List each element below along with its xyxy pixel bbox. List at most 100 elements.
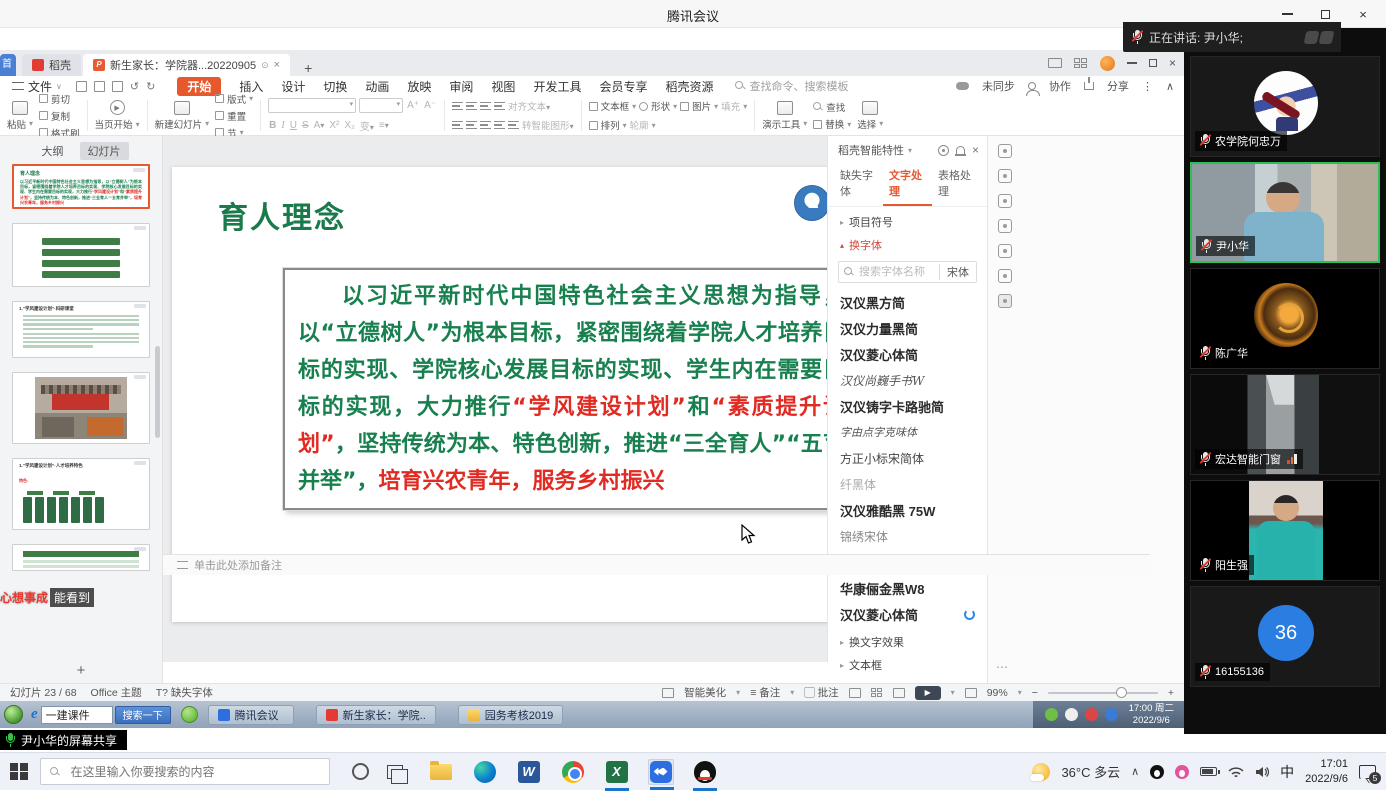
weather-icon[interactable]: [1032, 763, 1050, 781]
font-item[interactable]: 纤黑体: [828, 471, 987, 497]
subscript-button[interactable]: X₂: [343, 120, 356, 131]
align-center-icon[interactable]: [466, 121, 477, 129]
normal-view-icon[interactable]: [849, 688, 861, 698]
textbox-section[interactable]: ▸文本框: [828, 650, 987, 673]
play-from-current-button[interactable]: ▶当页开始▾: [95, 100, 140, 131]
inner-task-button[interactable]: 腾讯会议: [208, 705, 294, 725]
thumbs-scrollbar[interactable]: [155, 346, 160, 438]
wps-restore-icon[interactable]: [1149, 59, 1157, 67]
align-text-button[interactable]: 对齐文本▾: [508, 99, 550, 113]
line-spacing-icon[interactable]: [508, 121, 519, 129]
theme-name[interactable]: Office 主题: [91, 685, 142, 700]
align-left-icon[interactable]: [452, 121, 463, 129]
weather-text[interactable]: 36°C 多云: [1061, 762, 1120, 781]
command-search[interactable]: 查找命令、搜索模板: [735, 78, 848, 94]
font-item[interactable]: 方正小标宋简体: [828, 445, 987, 471]
inner-search-input[interactable]: [41, 706, 113, 724]
pin-icon[interactable]: ⊙: [261, 60, 269, 71]
gear-icon[interactable]: [938, 145, 949, 156]
zoom-slider-knob[interactable]: [1116, 687, 1127, 698]
tab-home[interactable]: 首页: [0, 54, 16, 76]
ribbon-tab[interactable]: 视图: [491, 78, 515, 95]
indent-increase-icon[interactable]: [494, 102, 505, 110]
wifi-icon[interactable]: [1228, 766, 1244, 778]
battery-icon[interactable]: [1200, 767, 1217, 776]
excel-icon[interactable]: X: [604, 759, 630, 785]
docer-tab[interactable]: 缺失字体: [834, 164, 883, 206]
tray-icon[interactable]: [1065, 708, 1078, 721]
bold-button[interactable]: B: [268, 120, 277, 131]
redo-icon[interactable]: ↻: [146, 80, 155, 93]
zoom-level[interactable]: 99%: [987, 687, 1008, 699]
font-search-input[interactable]: [854, 266, 939, 278]
fit-window-icon[interactable]: [965, 688, 977, 698]
skin-icon[interactable]: [998, 144, 1012, 158]
smart-graphic-button[interactable]: 转智能图形▾: [522, 118, 574, 132]
paste-button[interactable]: 粘贴▾: [7, 101, 33, 131]
comments-button[interactable]: ▢ 批注: [804, 685, 838, 700]
tray-icon[interactable]: [1085, 708, 1098, 721]
file-explorer-icon[interactable]: [428, 759, 454, 785]
ribbon-tab[interactable]: 开发工具: [533, 78, 581, 95]
tray-icon[interactable]: [1105, 708, 1118, 721]
notes-button[interactable]: ≡ 备注: [750, 685, 780, 700]
layout-switch-icon[interactable]: [1048, 58, 1062, 68]
notification-icon[interactable]: 5: [1359, 765, 1376, 779]
participant-tile[interactable]: 陈广华: [1190, 268, 1380, 369]
zoom-slider[interactable]: [1048, 692, 1158, 694]
select-button[interactable]: 选择▾: [857, 101, 883, 131]
ribbon-tab[interactable]: 放映: [407, 78, 431, 95]
notes-bar[interactable]: 单击此处添加备注: [163, 554, 1150, 575]
account-avatar[interactable]: [1100, 56, 1115, 71]
highlight-button[interactable]: ≡▾: [378, 120, 390, 131]
presentation-tools-button[interactable]: 演示工具▾: [762, 101, 807, 131]
tab-close-icon[interactable]: ×: [274, 59, 280, 71]
taskbar-search-input[interactable]: [40, 758, 330, 785]
textbox-button[interactable]: 文本框▾: [589, 99, 637, 113]
font-family-combo[interactable]: [268, 98, 356, 113]
font-size-combo[interactable]: [359, 98, 403, 113]
align-right-icon[interactable]: [480, 121, 491, 129]
reading-view-icon[interactable]: [893, 688, 905, 698]
preview-icon[interactable]: [112, 81, 123, 92]
bullet-list-icon[interactable]: [452, 102, 463, 110]
font-item[interactable]: 汉仪菱心体简: [828, 341, 987, 367]
slide-thumbnail[interactable]: [12, 223, 150, 287]
font-item[interactable]: 汉仪雅酷黑 75W: [828, 497, 987, 523]
inner-task-button[interactable]: 新生家长：学院..: [316, 705, 436, 725]
start-orb-icon[interactable]: [4, 705, 23, 724]
arrange-button[interactable]: 排列▾: [589, 118, 627, 132]
participant-tile[interactable]: 农学院何忠万: [1190, 56, 1380, 157]
replace-button[interactable]: 替换▾: [813, 117, 851, 131]
fill-button[interactable]: 填充▾: [721, 99, 747, 113]
slide-thumbnail[interactable]: [12, 372, 150, 444]
participant-tile[interactable]: 尹小华: [1190, 162, 1380, 263]
participant-tile[interactable]: 宏达智能门窗: [1190, 374, 1380, 475]
word-icon[interactable]: W: [516, 759, 542, 785]
increase-font-icon[interactable]: A⁺: [406, 100, 420, 111]
slides-tab[interactable]: 幻灯片: [80, 142, 129, 160]
font-item[interactable]: 汉仪黑方简: [828, 289, 987, 315]
superscript-button[interactable]: X²: [328, 120, 340, 131]
beautify-button[interactable]: 智能美化: [684, 685, 726, 700]
layout-button[interactable]: 版式▾: [215, 92, 253, 106]
qq-icon[interactable]: [692, 759, 718, 785]
docer-tab[interactable]: 文字处理: [883, 164, 932, 206]
font-color-button[interactable]: A▾: [313, 120, 326, 131]
wps-close-icon[interactable]: ×: [1169, 56, 1176, 70]
text-effect-button[interactable]: 变▾: [359, 118, 375, 133]
font-item[interactable]: 字由点字克味体: [828, 419, 987, 445]
inner-search-button[interactable]: 搜索一下: [115, 706, 171, 724]
slide-thumbnail[interactable]: 1.“学风建设计划”·人才培养特色 特色:: [12, 458, 150, 530]
slide-textbox[interactable]: 以习近平新时代中国特色社会主义思想为指导，以“立德树人”为根本目标，紧密围绕着学…: [283, 268, 860, 510]
chrome-icon[interactable]: [560, 759, 586, 785]
decrease-font-icon[interactable]: A⁻: [423, 100, 437, 111]
grid-switch-icon[interactable]: [1074, 58, 1088, 68]
ime-indicator[interactable]: 中: [1280, 762, 1294, 782]
panel-close-icon[interactable]: ×: [972, 143, 979, 157]
collaborate-button[interactable]: 协作: [1049, 78, 1071, 94]
edge-icon[interactable]: [472, 759, 498, 785]
print-icon[interactable]: [94, 81, 105, 92]
collapse-ribbon-icon[interactable]: ∧: [1166, 80, 1174, 93]
tray-icon[interactable]: [1045, 708, 1058, 721]
